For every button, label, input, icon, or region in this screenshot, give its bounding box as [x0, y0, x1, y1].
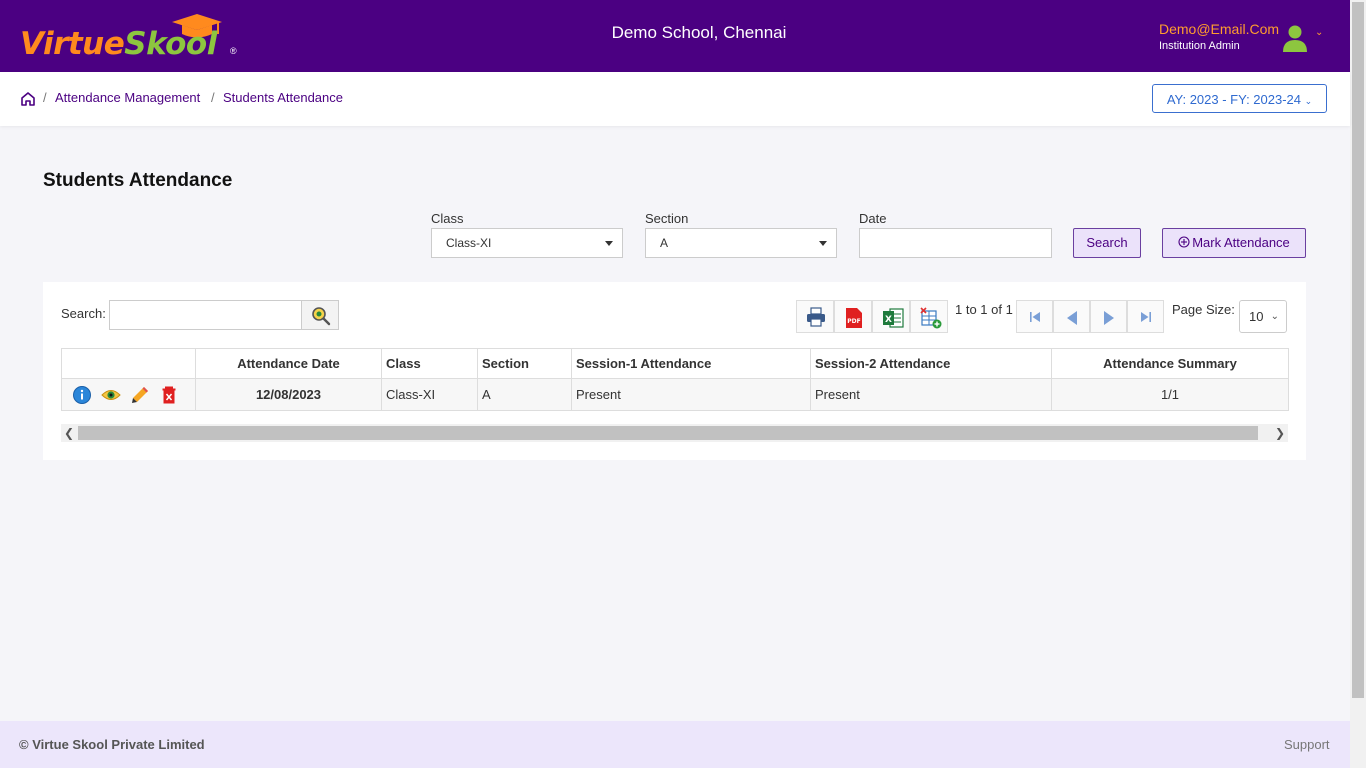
page-size-select[interactable]: 10 ⌄: [1239, 300, 1287, 333]
home-icon[interactable]: [20, 91, 36, 107]
academic-year-select[interactable]: AY: 2023 - FY: 2023-24 ⌄: [1152, 84, 1327, 113]
column-header-section[interactable]: Section: [477, 348, 572, 379]
scroll-right-icon[interactable]: ❯: [1275, 424, 1285, 442]
section-select[interactable]: A: [645, 228, 837, 258]
column-header-session-2[interactable]: Session-2 Attendance: [810, 348, 1052, 379]
search-icon: [312, 307, 331, 326]
add-circle-icon: [1178, 236, 1190, 248]
section-select-value: A: [660, 236, 669, 250]
svg-text:PDF: PDF: [847, 318, 860, 325]
excel-icon: X: [883, 308, 904, 328]
column-header-attendance-date[interactable]: Attendance Date: [195, 348, 382, 379]
pdf-icon: PDF: [846, 308, 862, 328]
previous-page-button[interactable]: [1053, 300, 1090, 333]
table-header-row: Attendance Date Class Section Session-1 …: [61, 348, 1289, 379]
next-page-icon: [1104, 311, 1114, 325]
section-label: Section: [645, 211, 689, 226]
user-role: Institution Admin: [1159, 40, 1240, 52]
mark-attendance-button[interactable]: Mark Attendance: [1162, 228, 1306, 258]
table-row[interactable]: 12/08/2023 Class-XI A Present Present 1/…: [61, 378, 1289, 411]
breadcrumb-separator: /: [211, 90, 215, 105]
grid-search-input[interactable]: [109, 300, 302, 330]
attendance-table: Attendance Date Class Section Session-1 …: [61, 348, 1289, 411]
breadcrumb-item-attendance-management[interactable]: Attendance Management: [55, 90, 200, 105]
grid-search-button[interactable]: [301, 300, 339, 330]
academic-year-label: AY: 2023 - FY: 2023-24: [1166, 92, 1301, 107]
class-select-value: Class-XI: [446, 236, 492, 250]
class-select[interactable]: Class-XI: [431, 228, 623, 258]
grid-search-label: Search:: [61, 306, 106, 321]
chevron-down-icon: ⌄: [1270, 311, 1279, 322]
cell-attendance-date: 12/08/2023: [195, 378, 382, 411]
copyright-text: © Virtue Skool Private Limited: [19, 737, 205, 752]
app-footer: © Virtue Skool Private Limited Support: [0, 721, 1350, 768]
svg-text:X: X: [885, 315, 892, 325]
cell-session-1: Present: [571, 378, 811, 411]
class-label: Class: [431, 211, 464, 226]
add-columns-button[interactable]: [910, 300, 948, 333]
edit-icon[interactable]: [130, 385, 150, 405]
mark-attendance-label: Mark Attendance: [1192, 235, 1290, 250]
app-header: VirtueSkool ® Demo School, Chennai Demo@…: [0, 0, 1350, 72]
breadcrumb-item-students-attendance: Students Attendance: [223, 90, 343, 105]
export-excel-button[interactable]: X: [872, 300, 910, 333]
next-page-button[interactable]: [1090, 300, 1127, 333]
first-page-icon: [1030, 312, 1040, 322]
first-page-button[interactable]: [1016, 300, 1053, 333]
info-icon[interactable]: [72, 385, 92, 405]
cell-summary: 1/1: [1051, 378, 1289, 411]
cell-session-2: Present: [810, 378, 1052, 411]
print-icon: [807, 307, 825, 327]
user-icon[interactable]: [1283, 25, 1307, 52]
row-actions: [61, 378, 196, 411]
horizontal-scrollbar-thumb[interactable]: [78, 426, 1258, 440]
attendance-grid-card: Search: PDF X 1 to 1 of 1 Page Size: 10 …: [43, 282, 1306, 460]
page-title: Students Attendance: [43, 170, 233, 191]
column-header-summary[interactable]: Attendance Summary: [1051, 348, 1289, 379]
delete-icon[interactable]: [159, 385, 179, 405]
scroll-left-icon[interactable]: ❮: [64, 424, 74, 442]
breadcrumb: / Attendance Management / Students Atten…: [0, 72, 1350, 126]
chevron-down-icon[interactable]: ⌄: [1315, 27, 1323, 38]
chevron-down-icon: ⌄: [1304, 96, 1313, 106]
column-header-class[interactable]: Class: [381, 348, 478, 379]
page-size-label: Page Size:: [1172, 302, 1235, 317]
add-columns-icon: [920, 307, 942, 329]
column-header-actions: [61, 348, 196, 379]
previous-page-icon: [1067, 311, 1077, 325]
caret-down-icon: [819, 241, 827, 246]
cell-class: Class-XI: [381, 378, 478, 411]
print-button[interactable]: [796, 300, 834, 333]
cell-section: A: [477, 378, 572, 411]
vertical-scrollbar[interactable]: [1350, 0, 1366, 768]
search-button-label: Search: [1086, 235, 1128, 250]
column-header-session-1[interactable]: Session-1 Attendance: [571, 348, 811, 379]
last-page-button[interactable]: [1127, 300, 1164, 333]
caret-down-icon: [605, 241, 613, 246]
export-pdf-button[interactable]: PDF: [834, 300, 872, 333]
horizontal-scrollbar[interactable]: ❮ ❯: [61, 424, 1288, 442]
date-label: Date: [859, 211, 887, 226]
vertical-scrollbar-thumb[interactable]: [1352, 2, 1364, 698]
date-input[interactable]: [859, 228, 1052, 258]
view-icon[interactable]: [101, 385, 121, 405]
page-size-value: 10: [1249, 309, 1264, 324]
search-button[interactable]: Search: [1073, 228, 1141, 258]
support-link[interactable]: Support: [1284, 737, 1330, 752]
logo-registered-mark: ®: [230, 46, 237, 56]
user-email[interactable]: Demo@Email.Com: [1159, 21, 1279, 37]
breadcrumb-separator: /: [43, 90, 47, 105]
pagination-info: 1 to 1 of 1: [955, 302, 1013, 317]
last-page-icon: [1141, 312, 1151, 322]
